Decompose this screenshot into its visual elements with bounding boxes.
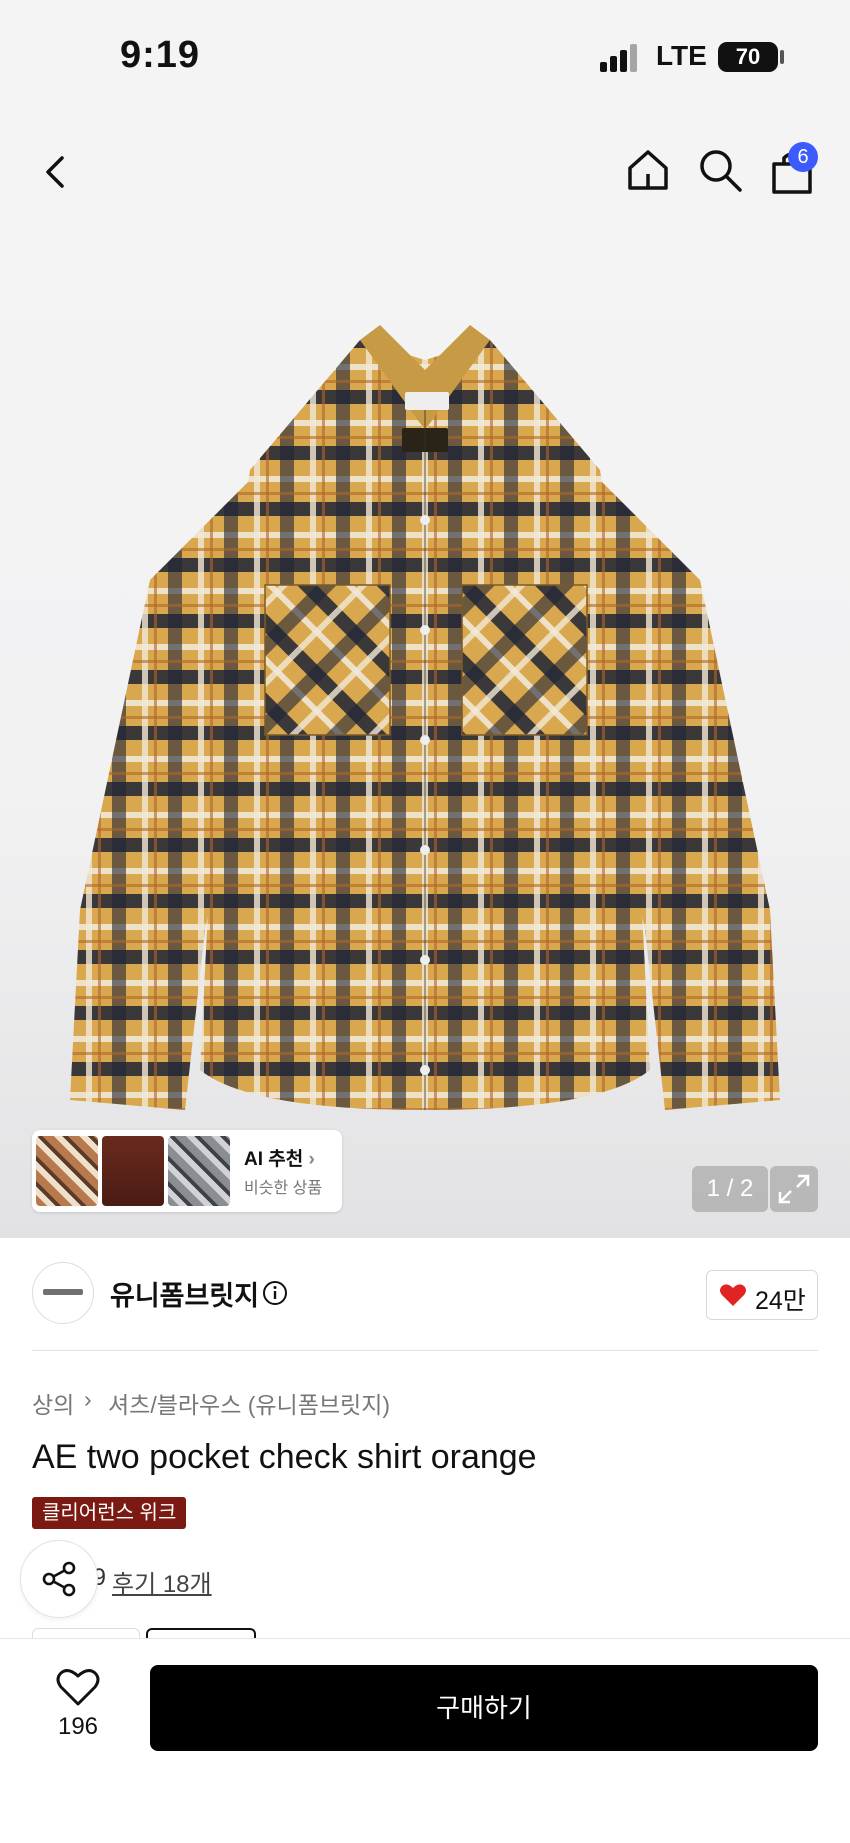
bottom-action-bar: 196 구매하기 <box>0 1638 850 1843</box>
product-title: AE two pocket check shirt orange <box>32 1438 537 1476</box>
share-button[interactable] <box>20 1540 98 1618</box>
info-icon[interactable] <box>262 1280 288 1306</box>
search-icon[interactable] <box>694 144 746 196</box>
breadcrumb-subcategory[interactable]: 셔츠/블라우스 (유니폼브릿지) <box>108 1386 390 1420</box>
ai-recommend-card[interactable]: AI 추천 › 비슷한 상품 <box>32 1130 342 1212</box>
image-page-indicator: 1 / 2 <box>692 1166 768 1212</box>
breadcrumb-category[interactable]: 상의 <box>32 1386 74 1420</box>
ai-recommend-title: AI 추천 › <box>244 1149 315 1170</box>
expand-icon[interactable] <box>770 1166 818 1212</box>
promo-badge: 클리어런스 위크 <box>32 1497 187 1529</box>
battery-tip <box>780 50 784 64</box>
chevron-right-icon: › <box>308 1149 315 1170</box>
heart-outline-icon[interactable] <box>56 1667 100 1707</box>
brand-logo[interactable] <box>32 1262 94 1324</box>
heart-filled-icon <box>720 1284 746 1306</box>
brand-like-button[interactable]: 24만 <box>706 1270 818 1320</box>
divider <box>32 1350 818 1351</box>
buy-button[interactable]: 구매하기 <box>150 1665 818 1751</box>
ai-recommend-subtitle: 비슷한 상품 <box>244 1180 323 1197</box>
home-icon[interactable] <box>622 144 674 196</box>
network-type: LTE <box>656 40 707 71</box>
brand-name[interactable]: 유니폼브릿지 <box>110 1274 259 1313</box>
product-image-area[interactable] <box>0 110 850 1238</box>
similar-item-thumbnail[interactable] <box>168 1136 230 1206</box>
product-image <box>70 325 780 1110</box>
review-link[interactable]: 후기 18개 <box>112 1564 212 1599</box>
brand-like-count: 24만 <box>755 1287 806 1315</box>
battery-icon: 70 <box>718 42 778 72</box>
share-icon <box>42 1561 76 1597</box>
wish-count: 196 <box>57 1713 99 1740</box>
cart-count-badge: 6 <box>788 142 818 172</box>
signal-icon <box>600 42 644 72</box>
back-icon[interactable] <box>30 146 82 198</box>
status-bar: 9:19 LTE 70 <box>0 0 850 110</box>
status-time: 9:19 <box>120 34 201 76</box>
similar-item-thumbnail[interactable] <box>102 1136 164 1206</box>
similar-item-thumbnail[interactable] <box>36 1136 98 1206</box>
breadcrumb-chevron-icon: › <box>84 1386 92 1412</box>
